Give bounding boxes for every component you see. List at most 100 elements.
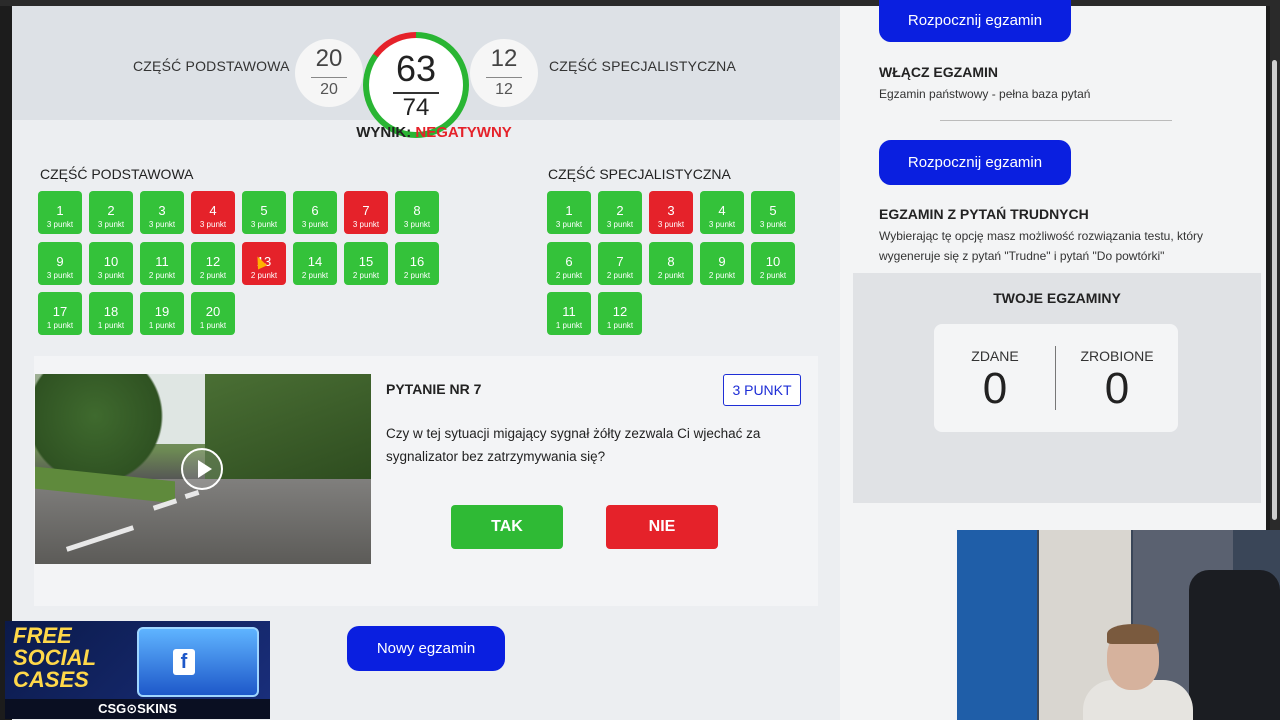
question-tile-number: 10 xyxy=(765,253,781,269)
question-tile-points: 2 punkt xyxy=(708,270,736,280)
chest-icon xyxy=(137,627,259,697)
spec-question-tile[interactable]: 10 2 punkt xyxy=(751,241,795,285)
question-tile-points: 3 punkt xyxy=(199,220,227,229)
question-tile-points: 3 punkt xyxy=(606,220,634,229)
basic-question-tile[interactable]: 4 3 punkt xyxy=(191,191,235,234)
question-tile-number: 1 xyxy=(56,203,64,218)
result-value: NEGATYWNY xyxy=(415,124,512,141)
basic-score-got: 20 xyxy=(315,45,343,72)
question-tile-number: 16 xyxy=(409,253,425,269)
scrollbar-thumb[interactable] xyxy=(1272,60,1277,520)
question-tile-points: 2 punkt xyxy=(657,270,685,280)
my-exams-title: TWOJE EGZAMINY xyxy=(993,290,1121,306)
question-tile-points: 3 punkt xyxy=(759,220,787,229)
question-tile-number: 15 xyxy=(358,253,374,269)
question-tile-points: 3 punkt xyxy=(250,220,278,229)
basic-question-tile[interactable]: 10 3 punkt xyxy=(89,241,133,285)
question-tile-points: 3 punkt xyxy=(97,220,125,229)
question-tile-points: 2 punkt xyxy=(301,270,329,280)
basic-question-tile[interactable]: 18 1 punkt xyxy=(89,292,133,335)
question-tile-number: 12 xyxy=(612,304,628,319)
basic-question-tile[interactable]: 17 1 punkt xyxy=(38,292,82,335)
spec-score-circle: 12 12 xyxy=(470,39,538,107)
question-tile-number: 12 xyxy=(205,253,221,269)
basic-question-tile[interactable]: 5 3 punkt xyxy=(242,191,286,234)
basic-question-tile[interactable]: 11 2 punkt xyxy=(140,241,184,285)
new-exam-button[interactable]: Nowy egzamin xyxy=(347,626,505,671)
answer-no-button[interactable]: NIE xyxy=(606,505,718,549)
total-score-ring: 63 74 xyxy=(363,32,469,138)
spec-question-tile[interactable]: 5 3 punkt xyxy=(751,191,795,234)
question-tile-number: 7 xyxy=(616,253,624,269)
question-tile-number: 20 xyxy=(205,304,221,319)
divider xyxy=(940,120,1172,121)
spec-question-tile[interactable]: 12 1 punkt xyxy=(598,292,642,335)
basic-question-tile[interactable]: 20 1 punkt xyxy=(191,292,235,335)
question-tile-points: 3 punkt xyxy=(301,220,329,229)
question-tile-number: 6 xyxy=(311,203,319,218)
spec-question-tile[interactable]: 2 3 punkt xyxy=(598,191,642,234)
passed-label: ZDANE xyxy=(971,348,1019,364)
question-tile-points: 3 punkt xyxy=(46,220,74,229)
basic-question-tile[interactable]: 12 2 punkt xyxy=(191,241,235,285)
spec-score-total: 12 xyxy=(495,81,513,98)
question-video[interactable] xyxy=(35,374,371,564)
enable-exam-title: WŁĄCZ EGZAMIN xyxy=(879,64,998,80)
play-icon[interactable] xyxy=(181,448,223,490)
question-tile-number: 9 xyxy=(56,253,64,269)
question-tile-points: 3 punkt xyxy=(555,220,583,229)
question-tile-points: 1 punkt xyxy=(199,321,227,330)
spec-question-tile[interactable]: 1 3 punkt xyxy=(547,191,591,234)
question-points-badge: 3 PUNKT xyxy=(723,374,801,406)
question-tile-number: 6 xyxy=(565,253,573,269)
answer-yes-button[interactable]: TAK xyxy=(451,505,563,549)
question-tile-number: 1 xyxy=(565,203,573,218)
question-tile-number: 18 xyxy=(103,304,119,319)
spec-question-tile[interactable]: 3 3 punkt xyxy=(649,191,693,234)
basic-question-tile[interactable]: 15 2 punkt xyxy=(344,241,388,285)
basic-question-tile[interactable]: 93 punkt xyxy=(38,241,82,285)
basic-question-tile[interactable]: 19 1 punkt xyxy=(140,292,184,335)
question-tile-number: 2 xyxy=(616,203,624,218)
question-tile-number: 11 xyxy=(155,253,169,269)
question-tile-points: 1 punkt xyxy=(97,321,125,330)
total-score-got: 63 xyxy=(395,48,437,89)
question-tile-points: 1 punkt xyxy=(148,321,176,330)
start-exam-button-2[interactable]: Rozpocznij egzamin xyxy=(879,140,1071,185)
question-tile-number: 19 xyxy=(154,304,170,319)
spec-question-tile[interactable]: 72 punkt xyxy=(598,241,642,285)
spec-question-tile[interactable]: 92 punkt xyxy=(700,241,744,285)
done-value: 0 xyxy=(1104,364,1130,413)
question-tile-points: 2 punkt xyxy=(759,270,787,280)
spec-question-tile[interactable]: 62 punkt xyxy=(547,241,591,285)
basic-question-tile[interactable]: 8 3 punkt xyxy=(395,191,439,234)
question-tile-number: 8 xyxy=(667,253,675,269)
spec-question-tile[interactable]: 4 3 punkt xyxy=(700,191,744,234)
spec-part-label: CZĘŚĆ SPECJALISTYCZNA xyxy=(549,58,737,74)
question-tile-points: 2 punkt xyxy=(250,270,278,280)
basic-question-tile[interactable]: 1 3 punkt xyxy=(38,191,82,234)
webcam-overlay xyxy=(957,530,1280,720)
stats-divider xyxy=(1055,346,1056,410)
question-text: Czy w tej sytuacji migający sygnał żółty… xyxy=(386,426,761,464)
question-tile-points: 3 punkt xyxy=(708,220,736,229)
question-tile-points: 1 punkt xyxy=(555,321,583,330)
question-tile-points: 2 punkt xyxy=(555,270,583,280)
question-tile-points: 3 punkt xyxy=(148,220,176,229)
basic-question-tile[interactable]: 3 3 punkt xyxy=(140,191,184,234)
promo-line-3: CASES xyxy=(13,667,89,692)
question-tile-number: 9 xyxy=(718,253,726,269)
basic-question-tile[interactable]: 14 2 punkt xyxy=(293,241,337,285)
question-tile-points: 3 punkt xyxy=(352,220,380,229)
question-tile-number: 10 xyxy=(103,253,119,269)
question-tile-points: 2 punkt xyxy=(352,270,380,280)
spec-question-tile[interactable]: 82 punkt xyxy=(649,241,693,285)
basic-question-tile[interactable]: 2 3 punkt xyxy=(89,191,133,234)
spec-question-tile[interactable]: 11 1 punkt xyxy=(547,292,591,335)
start-exam-button-1[interactable]: Rozpocznij egzamin xyxy=(879,0,1071,42)
question-tile-points: 1 punkt xyxy=(606,321,634,330)
basic-question-tile[interactable]: 16 2 punkt xyxy=(395,241,439,285)
passed-value: 0 xyxy=(982,364,1008,413)
basic-question-tile[interactable]: 6 3 punkt xyxy=(293,191,337,234)
basic-question-tile[interactable]: 7 3 punkt xyxy=(344,191,388,234)
